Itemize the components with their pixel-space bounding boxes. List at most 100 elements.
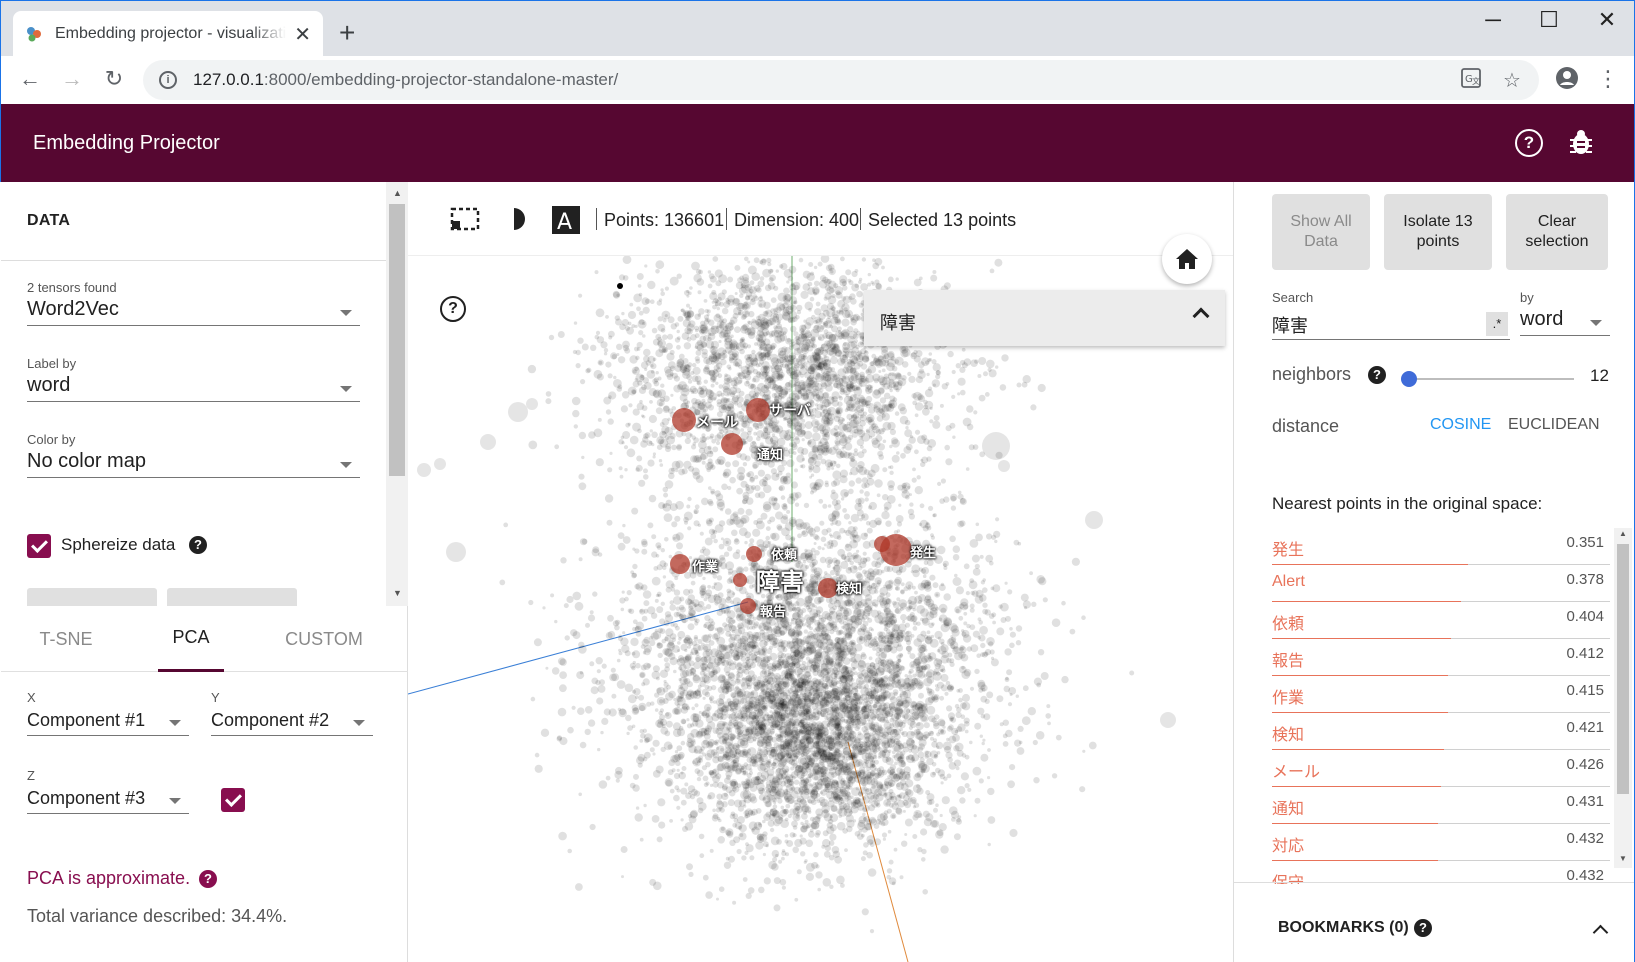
account-icon[interactable]: [1552, 66, 1582, 96]
pca-y-select[interactable]: Component #2: [211, 706, 373, 736]
isolate-points-button[interactable]: Isolate 13 points: [1384, 194, 1492, 270]
labels-toggle-icon[interactable]: A: [552, 206, 580, 239]
nearest-point-row[interactable]: 保守 0.432: [1272, 861, 1610, 884]
point-label-occur[interactable]: 発生: [910, 542, 936, 561]
address-bar[interactable]: i 127.0.0.1:8000/embedding-projector-sta…: [143, 60, 1539, 100]
nearest-point-row[interactable]: Alert 0.378: [1272, 565, 1610, 602]
reload-icon[interactable]: ↻: [99, 66, 129, 92]
nearest-point-distance: 0.426: [1566, 756, 1604, 773]
data-scrollbar[interactable]: ▲ ▼: [386, 182, 408, 606]
scroll-up-icon[interactable]: ▲: [1619, 529, 1627, 538]
tab-tsne[interactable]: T-SNE: [27, 606, 105, 672]
nearest-point-row[interactable]: 検知 0.421: [1272, 713, 1610, 750]
window-close-icon[interactable]: ✕: [1587, 7, 1627, 33]
nearest-point-label: 通知: [1272, 801, 1305, 818]
color-by-label: Color by: [27, 432, 76, 447]
tensorflow-favicon-icon: [25, 25, 43, 43]
tab-pca[interactable]: PCA: [158, 606, 224, 672]
browser-menu-icon[interactable]: ⋮: [1593, 66, 1623, 92]
point-label-main[interactable]: 障害: [756, 562, 804, 597]
site-info-icon[interactable]: i: [159, 71, 177, 89]
sphereize-help-icon[interactable]: ?: [189, 536, 207, 554]
minimize-icon[interactable]: ─: [1473, 7, 1513, 33]
scrollbar-thumb[interactable]: [1617, 544, 1629, 794]
tab-title: Embedding projector - visualization: [55, 25, 287, 42]
bookmark-star-icon[interactable]: ☆: [1503, 68, 1521, 93]
load-button[interactable]: [27, 588, 157, 606]
show-all-data-button[interactable]: Show All Data: [1272, 194, 1370, 270]
point-label-detect[interactable]: 検知: [836, 578, 862, 597]
scrollbar-thumb[interactable]: [389, 204, 405, 476]
tensor-select[interactable]: Word2Vec: [27, 296, 360, 326]
nearest-point-row[interactable]: 対応 0.432: [1272, 824, 1610, 861]
clear-selection-button[interactable]: Clear selection: [1506, 194, 1608, 270]
svg-text:文: 文: [1472, 76, 1480, 86]
reset-view-button[interactable]: [1162, 234, 1212, 284]
selection-box-icon[interactable]: [450, 206, 480, 237]
nearest-scrollbar[interactable]: ▲ ▼: [1614, 528, 1632, 868]
regex-toggle[interactable]: .*: [1486, 312, 1508, 336]
point-label-report[interactable]: 報告: [760, 601, 786, 620]
projection-tabs: T-SNE PCA CUSTOM: [1, 606, 408, 672]
pca-z-select[interactable]: Component #3: [27, 784, 189, 814]
inspector-panel: Show All Data Isolate 13 points Clear se…: [1233, 182, 1635, 962]
search-by-select[interactable]: word: [1520, 306, 1610, 336]
back-icon[interactable]: ←: [15, 66, 45, 92]
euclidean-button[interactable]: EUCLIDEAN: [1508, 416, 1600, 434]
maximize-icon[interactable]: ☐: [1529, 7, 1569, 33]
chevron-down-icon: [340, 310, 352, 316]
browser-tab[interactable]: Embedding projector - visualization ✕: [13, 11, 323, 57]
nearest-point-label: 検知: [1272, 727, 1305, 744]
point-label-work[interactable]: 作業: [692, 556, 718, 575]
scroll-up-icon[interactable]: ▲: [393, 188, 402, 198]
chevron-up-icon[interactable]: [1192, 307, 1210, 325]
projection-help-icon[interactable]: ?: [440, 296, 466, 322]
help-icon[interactable]: ?: [1515, 129, 1543, 157]
chevron-up-icon[interactable]: [1592, 924, 1609, 941]
nearest-point-row[interactable]: 発生 0.351: [1272, 528, 1610, 565]
projector-view[interactable]: A Points: 136601 Dimension: 400 Selected…: [408, 182, 1233, 962]
nearest-point-row[interactable]: 報告 0.412: [1272, 639, 1610, 676]
nearest-points-list: 発生 0.351 Alert 0.378 依頼 0.404 報告 0.412 作業 0.415 検知…: [1272, 528, 1610, 884]
new-tab-icon[interactable]: +: [339, 19, 355, 47]
projector-toolbar: A Points: 136601 Dimension: 400 Selected…: [408, 182, 1233, 256]
publish-button[interactable]: [167, 588, 297, 606]
nearest-point-label: 作業: [1272, 690, 1305, 707]
search-input[interactable]: 障害: [1272, 310, 1510, 340]
chevron-down-icon: [169, 720, 181, 726]
forward-icon[interactable]: →: [57, 66, 87, 92]
label-by-select[interactable]: word: [27, 372, 360, 402]
bookmarks-help-icon[interactable]: ?: [1414, 919, 1432, 937]
bookmarks-section[interactable]: BOOKMARKS (0) ?: [1234, 882, 1634, 962]
cosine-button[interactable]: COSINE: [1430, 416, 1491, 434]
browser-tab-strip: Embedding projector - visualization ✕ + …: [0, 0, 1635, 57]
pca-help-icon[interactable]: ?: [199, 870, 217, 888]
point-label-server[interactable]: サーバ: [769, 400, 811, 420]
nearest-point-label: メール: [1272, 764, 1321, 781]
tab-custom[interactable]: CUSTOM: [285, 606, 363, 672]
pca-x-select[interactable]: Component #1: [27, 706, 189, 736]
sphereize-checkbox[interactable]: [27, 534, 51, 558]
point-label-request[interactable]: 依頼: [771, 544, 797, 563]
point-label-notify[interactable]: 通知: [757, 444, 783, 463]
scroll-down-icon[interactable]: ▼: [1619, 854, 1627, 863]
neighbors-slider-knob[interactable]: [1401, 371, 1417, 387]
bug-report-icon[interactable]: [1568, 128, 1594, 161]
nearest-point-distance: 0.432: [1566, 830, 1604, 847]
point-label-mail[interactable]: メール: [696, 412, 738, 432]
nearest-point-row[interactable]: 作業 0.415: [1272, 676, 1610, 713]
translate-icon[interactable]: G文: [1461, 68, 1481, 94]
scroll-down-icon[interactable]: ▼: [393, 588, 402, 598]
pca-z-checkbox[interactable]: [221, 788, 245, 812]
search-result-popup[interactable]: 障害: [864, 290, 1225, 346]
nearest-point-row[interactable]: 依頼 0.404: [1272, 602, 1610, 639]
neighbors-slider-track[interactable]: [1408, 378, 1574, 380]
nearest-point-row[interactable]: 通知 0.431: [1272, 787, 1610, 824]
night-mode-icon[interactable]: [506, 206, 530, 237]
tab-close-icon[interactable]: ✕: [294, 22, 311, 47]
nearest-point-distance: 0.404: [1566, 608, 1604, 625]
nearest-point-row[interactable]: メール 0.426: [1272, 750, 1610, 787]
color-by-select[interactable]: No color map: [27, 448, 360, 478]
neighbors-help-icon[interactable]: ?: [1368, 366, 1386, 384]
app-title: Embedding Projector: [33, 132, 220, 154]
